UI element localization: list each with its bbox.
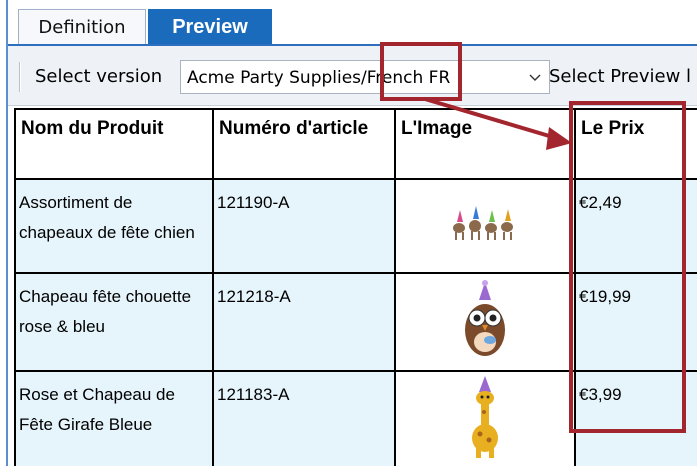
cell-price: €3,99: [574, 370, 697, 466]
dog-party-hats-image: [453, 206, 513, 240]
header-article-number: Numéro d'article: [212, 108, 396, 180]
version-select[interactable]: Acme Party Supplies/French FR: [180, 60, 550, 94]
header-product-name: Nom du Produit: [14, 108, 214, 180]
tab-definition[interactable]: Definition: [18, 9, 146, 45]
cell-article-number: 121218-A: [212, 272, 396, 372]
chevron-down-icon: [529, 74, 541, 81]
cell-article-number: 121183-A: [212, 370, 396, 466]
table-row: Chapeau fête chouette rose & bleu 121218…: [14, 272, 697, 372]
tab-strip: Definition Preview: [8, 0, 697, 46]
cell-image: [394, 370, 576, 466]
table-row: Rose et Chapeau de Fête Girafe Bleue 121…: [14, 370, 697, 466]
cell-article-number: 121190-A: [212, 178, 396, 274]
cell-product-name: Chapeau fête chouette rose & bleu: [14, 272, 214, 372]
preview-table: Nom du Produit Numéro d'article L'Image …: [14, 108, 697, 466]
giraffe-party-hat-image: [472, 376, 498, 458]
cell-price: €2,49: [574, 178, 697, 274]
select-preview-label: Select Preview l: [549, 66, 692, 87]
cell-product-name: Assortiment de chapeaux de fête chien: [14, 178, 214, 274]
tab-preview[interactable]: Preview: [148, 9, 272, 45]
cell-image: [394, 272, 576, 372]
header-price: Le Prix: [574, 108, 697, 180]
cell-image: [394, 178, 576, 274]
header-image: L'Image: [394, 108, 576, 180]
cell-product-name: Rose et Chapeau de Fête Girafe Bleue: [14, 370, 214, 466]
select-version-label: Select version: [35, 66, 163, 87]
toolbar-grip: [19, 62, 21, 92]
table-row: Assortiment de chapeaux de fête chien 12…: [14, 178, 697, 274]
preview-table-container: Nom du Produit Numéro d'article L'Image …: [14, 108, 697, 466]
owl-party-hat-image: [465, 280, 505, 356]
toolbar: Select version Acme Party Supplies/Frenc…: [8, 46, 697, 106]
cell-price: €19,99: [574, 272, 697, 372]
version-select-value: Acme Party Supplies/French FR: [187, 68, 451, 88]
table-header-row: Nom du Produit Numéro d'article L'Image …: [14, 108, 697, 180]
